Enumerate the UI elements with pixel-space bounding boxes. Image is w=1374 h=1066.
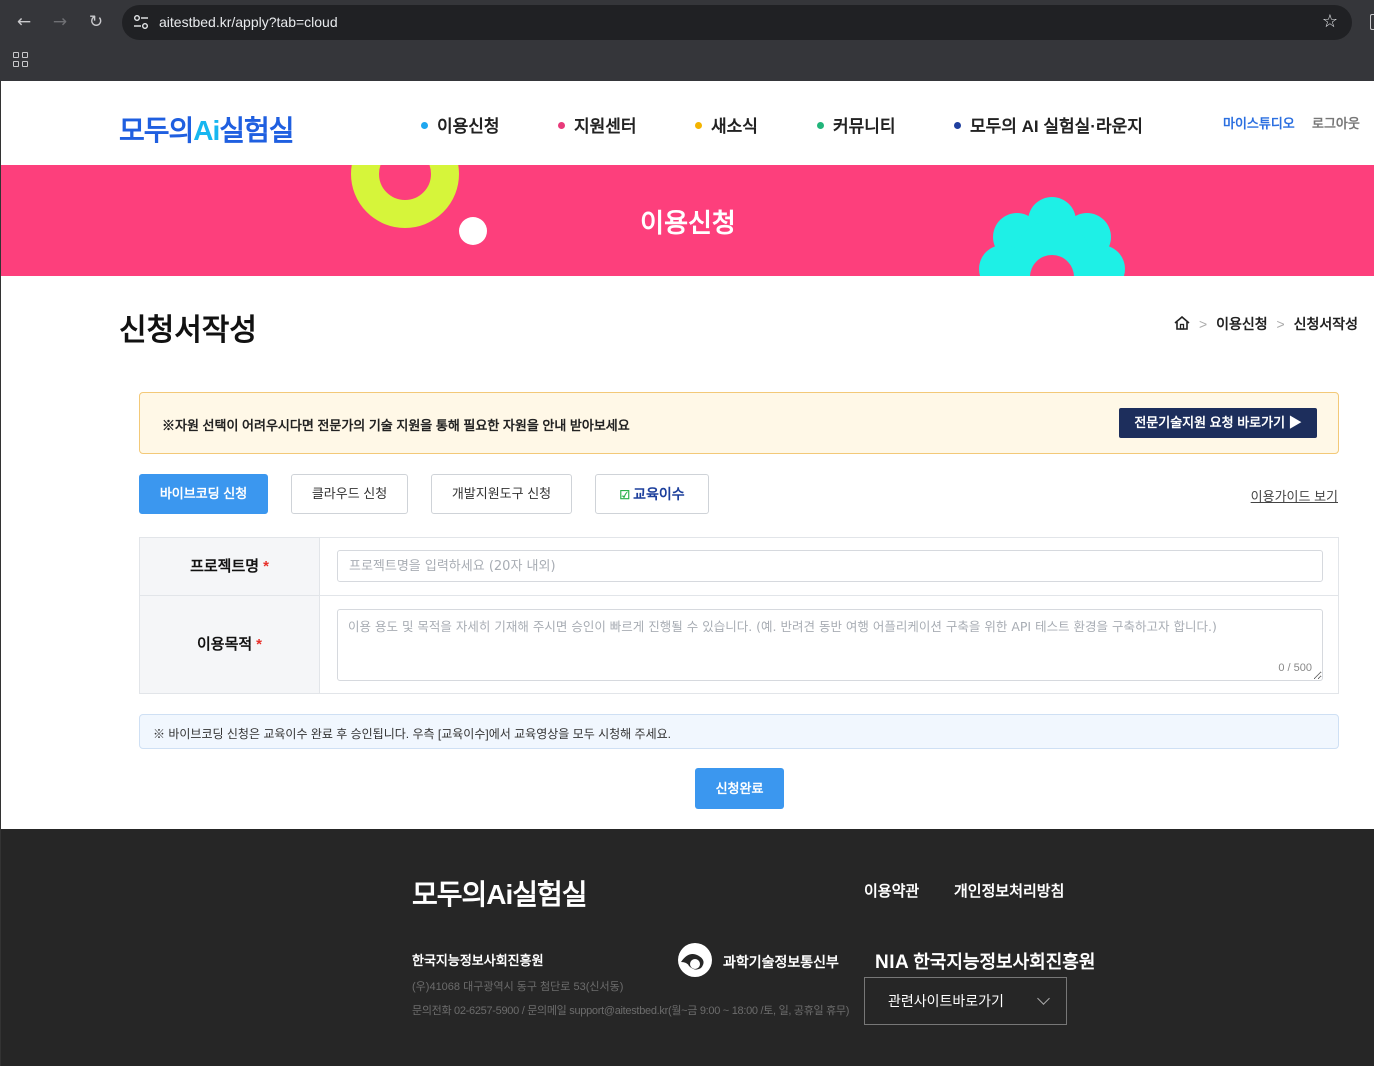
apps-grid-icon[interactable] bbox=[13, 52, 29, 68]
chevron-down-icon bbox=[1037, 992, 1050, 1005]
nav-label: 모두의 AI 실험실·라운지 bbox=[970, 117, 1143, 136]
nav-dot bbox=[695, 122, 702, 130]
nav-item-lounge[interactable]: 모두의 AI 실험실·라운지 bbox=[954, 112, 1143, 137]
tab-dev-tools[interactable]: 개발지원도구 신청 bbox=[431, 474, 572, 514]
logo-text-2: 실험실 bbox=[219, 115, 294, 146]
side-panel-edge[interactable] bbox=[1370, 14, 1374, 30]
banner-title: 이용신청 bbox=[640, 208, 736, 238]
purpose-textarea[interactable] bbox=[337, 609, 1323, 681]
page-banner: 이용신청 bbox=[1, 165, 1374, 276]
nav-dot bbox=[954, 122, 961, 130]
terms-link[interactable]: 이용약관 bbox=[864, 880, 919, 901]
tab-education[interactable]: ☑ 교육이수 bbox=[595, 474, 709, 514]
logo-text: 모두의 bbox=[119, 115, 194, 146]
nav-label: 지원센터 bbox=[574, 117, 637, 136]
breadcrumb: > 이용신청 > 신청서작성 bbox=[1174, 314, 1358, 334]
arrow-left-icon[interactable]: ← bbox=[12, 10, 36, 34]
nav-dot bbox=[558, 122, 565, 130]
star-icon[interactable]: ☆ bbox=[1322, 11, 1338, 32]
breadcrumb-item[interactable]: 이용신청 bbox=[1216, 316, 1268, 332]
form-row-project: 프로젝트명 * bbox=[140, 538, 1338, 596]
msit-logo: 과학기술정보통신부 bbox=[677, 942, 857, 978]
checkbox-icon: ☑ bbox=[619, 488, 631, 502]
tab-education-label: 교육이수 bbox=[633, 486, 685, 502]
nav-item-news[interactable]: 새소식 bbox=[695, 112, 758, 137]
label-text: 이용목적 bbox=[196, 636, 253, 653]
logout-link[interactable]: 로그아웃 bbox=[1312, 113, 1360, 132]
breadcrumb-separator: > bbox=[1276, 316, 1285, 332]
nav-dot bbox=[421, 122, 428, 130]
home-icon[interactable] bbox=[1174, 316, 1190, 330]
footer-contact: 문의전화 02-6257-5900 / 문의메일 support@aitestb… bbox=[412, 1005, 850, 1017]
label-text: 프로젝트명 bbox=[190, 558, 260, 575]
nav-item-support[interactable]: 지원센터 bbox=[558, 112, 637, 137]
purpose-label: 이용목적 * bbox=[140, 596, 320, 693]
expert-support-button[interactable]: 전문기술지원 요청 바로가기 ▶ bbox=[1119, 408, 1317, 438]
reload-icon[interactable]: ↻ bbox=[84, 10, 108, 34]
submit-button[interactable]: 신청완료 bbox=[695, 768, 784, 809]
address-bar[interactable]: aitestbed.kr/apply?tab=cloud ☆ bbox=[122, 5, 1352, 40]
site-header: 모두의Ai실험실 이용신청 지원센터 새소식 커뮤니티 모두의 AI 실험실·라… bbox=[1, 81, 1374, 165]
page: 모두의Ai실험실 이용신청 지원센터 새소식 커뮤니티 모두의 AI 실험실·라… bbox=[0, 81, 1374, 1066]
notice-box: ※자원 선택이 어려우시다면 전문가의 기술 지원을 통해 필요한 자원을 안내… bbox=[139, 392, 1339, 454]
nia-logo: NIA 한국지능정보사회진흥원 bbox=[875, 948, 1095, 974]
msit-emblem-icon bbox=[678, 943, 712, 977]
project-name-label: 프로젝트명 * bbox=[140, 538, 320, 595]
notice-text: ※자원 선택이 어려우시다면 전문가의 기술 지원을 통해 필요한 자원을 안내… bbox=[162, 418, 630, 433]
application-form: 프로젝트명* 이용목적* 0 / 500 bbox=[139, 537, 1339, 694]
footer-address: (우)41068 대구광역시 동구 첨단로 53(신서동) bbox=[412, 981, 624, 993]
info-note-text: ※ 바이브코딩 신청은 교육이수 완료 후 승인됩니다. 우측 [교육이수]에서… bbox=[153, 727, 671, 741]
nia-abbr: NIA bbox=[875, 952, 910, 973]
related-sites-label: 관련사이트바로가기 bbox=[888, 993, 1004, 1009]
url-text[interactable]: aitestbed.kr/apply?tab=cloud bbox=[159, 14, 338, 30]
page-title: 신청서작성 bbox=[119, 314, 257, 347]
usage-guide-link[interactable]: 이용가이드 보기 bbox=[1251, 486, 1338, 505]
info-note: ※ 바이브코딩 신청은 교육이수 완료 후 승인됩니다. 우측 [교육이수]에서… bbox=[139, 714, 1339, 749]
logo-ai: Ai bbox=[193, 115, 220, 146]
char-counter: 0 / 500 bbox=[1278, 662, 1312, 674]
privacy-policy-link[interactable]: 개인정보처리방침 bbox=[954, 880, 1064, 901]
required-mark: * bbox=[256, 636, 263, 653]
breadcrumb-separator: > bbox=[1199, 316, 1208, 332]
site-logo[interactable]: 모두의Ai실험실 bbox=[119, 109, 295, 149]
footer-org-name: 한국지능정보사회진흥원 bbox=[412, 953, 544, 968]
tab-cloud[interactable]: 클라우드 신청 bbox=[291, 474, 408, 514]
my-studio-link[interactable]: 마이스튜디오 bbox=[1223, 113, 1295, 132]
nav-item-community[interactable]: 커뮤니티 bbox=[817, 112, 896, 137]
footer-logo[interactable]: 모두의Ai실험실 bbox=[412, 873, 588, 913]
nav-label: 이용신청 bbox=[437, 117, 500, 136]
nia-name: 한국지능정보사회진흥원 bbox=[913, 952, 1096, 972]
breadcrumb-item-current: 신청서작성 bbox=[1293, 316, 1358, 332]
nav-label: 새소식 bbox=[711, 117, 758, 136]
nav-item-apply[interactable]: 이용신청 bbox=[421, 112, 500, 137]
nav-dot bbox=[817, 122, 824, 130]
site-footer: 모두의Ai실험실 이용약관 개인정보처리방침 한국지능정보사회진흥원 (우)41… bbox=[1, 829, 1374, 1066]
msit-text: 과학기술정보통신부 bbox=[723, 954, 839, 970]
related-sites-select[interactable]: 관련사이트바로가기 bbox=[864, 977, 1067, 1025]
arrow-right-icon[interactable]: → bbox=[48, 10, 72, 34]
browser-chrome: ← → ↻ aitestbed.kr/apply?tab=cloud ☆ bbox=[0, 0, 1374, 81]
site-settings-icon[interactable] bbox=[132, 13, 150, 31]
form-row-purpose: 이용목적* 0 / 500 bbox=[140, 596, 1338, 693]
required-mark: * bbox=[263, 558, 269, 575]
project-name-input[interactable] bbox=[337, 550, 1323, 582]
tab-vibe-coding[interactable]: 바이브코딩 신청 bbox=[139, 474, 268, 514]
nav-label: 커뮤니티 bbox=[833, 117, 896, 136]
